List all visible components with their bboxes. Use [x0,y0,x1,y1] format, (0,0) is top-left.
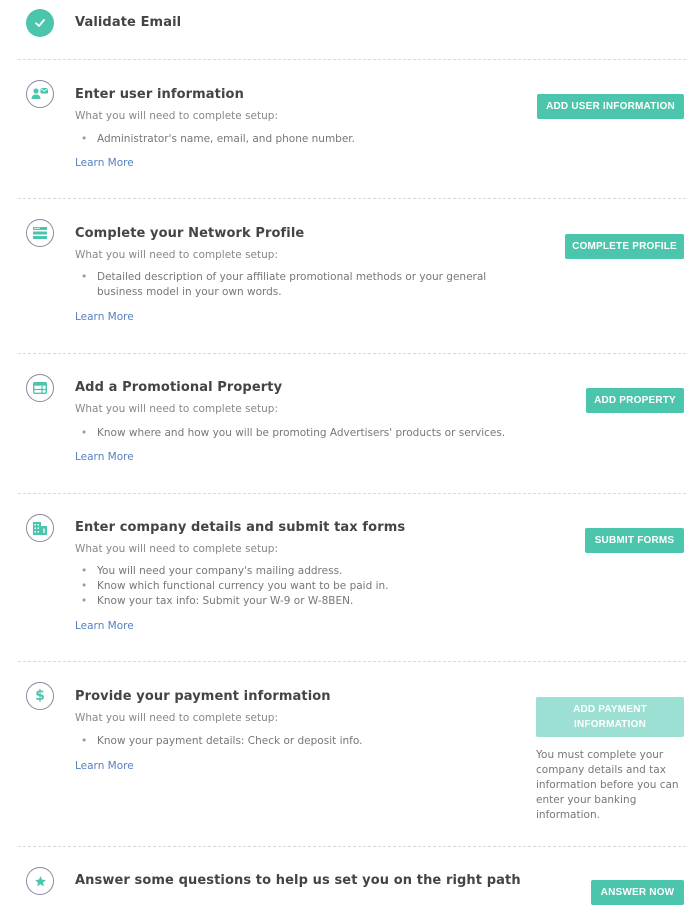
step-user-information: Enter user information What you will nee… [18,60,686,198]
step-subtitle: What you will need to complete setup: [75,249,278,261]
step-title: Add a Promotional Property [75,380,283,395]
browser-window-icon [26,374,54,402]
step-network-profile: Complete your Network Profile What you w… [18,199,686,353]
step-title: Answer some questions to help us set you… [75,873,521,888]
requirement-item: Detailed description of your affiliate p… [81,270,497,300]
answer-now-button[interactable]: ANSWER NOW [591,880,684,905]
requirements-list: Administrator's name, email, and phone n… [81,132,517,147]
step-validate-email: Validate Email [18,0,686,58]
add-payment-information-button: ADD PAYMENT INFORMATION [536,697,684,737]
requirement-item: Know where and how you will be promoting… [81,426,517,441]
step-subtitle: What you will need to complete setup: [75,712,278,724]
step-title: Enter company details and submit tax for… [75,520,406,535]
step-subtitle: What you will need to complete setup: [75,403,278,415]
step-title: Complete your Network Profile [75,226,305,241]
add-property-button[interactable]: ADD PROPERTY [586,388,684,413]
step-answer-questions: Answer some questions to help us set you… [18,847,686,917]
building-icon [26,514,54,542]
requirement-item: Administrator's name, email, and phone n… [81,132,517,147]
requirement-item: Know your payment details: Check or depo… [81,734,517,749]
payment-disabled-note: You must complete your company details a… [536,749,679,821]
step-subtitle: What you will need to complete setup: [75,543,278,555]
complete-profile-button[interactable]: COMPLETE PROFILE [565,234,684,259]
learn-more-link[interactable]: Learn More [75,620,134,632]
learn-more-link[interactable]: Learn More [75,760,134,772]
requirements-list: You will need your company's mailing add… [81,564,517,609]
requirement-item: You will need your company's mailing add… [81,564,517,579]
step-payment-information: $ Provide your payment information What … [18,662,686,846]
profile-card-icon [26,219,54,247]
step-title: Provide your payment information [75,689,331,704]
dollar-icon: $ [26,682,54,710]
step-title: Enter user information [75,87,244,102]
requirements-list: Detailed description of your affiliate p… [81,270,497,300]
learn-more-link[interactable]: Learn More [75,451,134,463]
requirements-list: Know where and how you will be promoting… [81,426,517,441]
check-icon [26,9,54,37]
requirement-item: Know your tax info: Submit your W-9 or W… [81,594,517,609]
step-subtitle: What you will need to complete setup: [75,110,278,122]
submit-forms-button[interactable]: SUBMIT FORMS [585,528,684,553]
learn-more-link[interactable]: Learn More [75,157,134,169]
requirement-item: Know which functional currency you want … [81,579,517,594]
learn-more-link[interactable]: Learn More [75,311,134,323]
add-user-information-button[interactable]: ADD USER INFORMATION [537,94,684,119]
step-title: Validate Email [75,15,182,30]
step-promotional-property: Add a Promotional Property What you will… [18,354,686,493]
requirements-list: Know your payment details: Check or depo… [81,734,517,749]
star-icon [26,867,54,895]
user-contact-icon [26,80,54,108]
step-company-details: Enter company details and submit tax for… [18,494,686,661]
